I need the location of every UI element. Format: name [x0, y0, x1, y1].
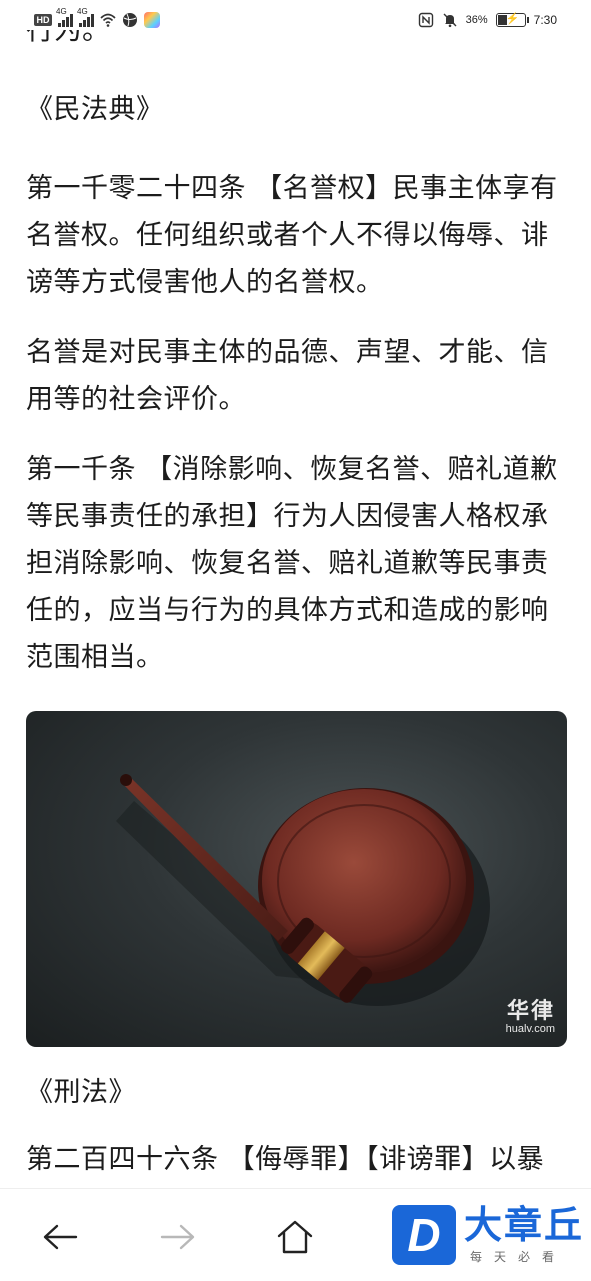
dazhangqiu-logo[interactable]: D 大章丘 每天必看 [392, 1203, 585, 1271]
battery-percent: 36% [465, 14, 488, 26]
arrow-left-icon [43, 1224, 78, 1250]
logo-slogan: 每天必看 [470, 1250, 567, 1264]
logo-d-icon: D [392, 1205, 456, 1265]
battery-icon: ⚡ [495, 13, 529, 27]
back-button[interactable] [38, 1215, 82, 1259]
home-button[interactable] [273, 1215, 317, 1259]
image-watermark: 华律 hualv.com [505, 998, 555, 1036]
mute-bell-icon [442, 12, 458, 28]
status-right: 36% ⚡ 7:30 [418, 12, 557, 28]
home-icon [277, 1220, 313, 1254]
gavel-photo[interactable]: 华律 hualv.com [26, 711, 567, 1047]
article-content: 行为。 《民法典》 第一千零二十四条 【名誉权】民事主体享有名誉权。任何组织或者… [26, 30, 571, 1216]
article-paragraph: 名誉是对民事主体的品德、声望、才能、信用等的社会评价。 [26, 337, 549, 415]
app-notification-icon [144, 12, 160, 28]
wifi-icon [100, 12, 116, 28]
book-title-criminal-law: 《刑法》 [26, 1077, 136, 1108]
cut-off-text: 行为。 [26, 30, 571, 44]
ball-icon [122, 12, 138, 28]
forward-button[interactable] [156, 1215, 200, 1259]
arrow-right-icon [160, 1224, 195, 1250]
status-left: HD 4G 4G [34, 7, 160, 28]
signal-icon: 4G [56, 7, 73, 27]
article-paragraph: 第一千条 【消除影响、恢复名誉、赔礼道歉等民事责任的承担】行为人因侵害人格权承担… [26, 454, 558, 673]
gavel-illustration [116, 774, 490, 1006]
nfc-icon [418, 12, 434, 28]
hd-icon: HD [34, 14, 52, 26]
clock-time: 7:30 [533, 13, 557, 27]
book-title-civil-code: 《民法典》 [26, 94, 164, 125]
bottom-navigation-bar: D 大章丘 每天必看 [0, 1188, 591, 1281]
article-paragraph: 第一千零二十四条 【名誉权】民事主体享有名誉权。任何组织或者个人不得以侮辱、诽谤… [26, 173, 558, 298]
signal-icon-2: 4G [77, 7, 94, 27]
logo-name: 大章丘 [464, 1203, 585, 1247]
